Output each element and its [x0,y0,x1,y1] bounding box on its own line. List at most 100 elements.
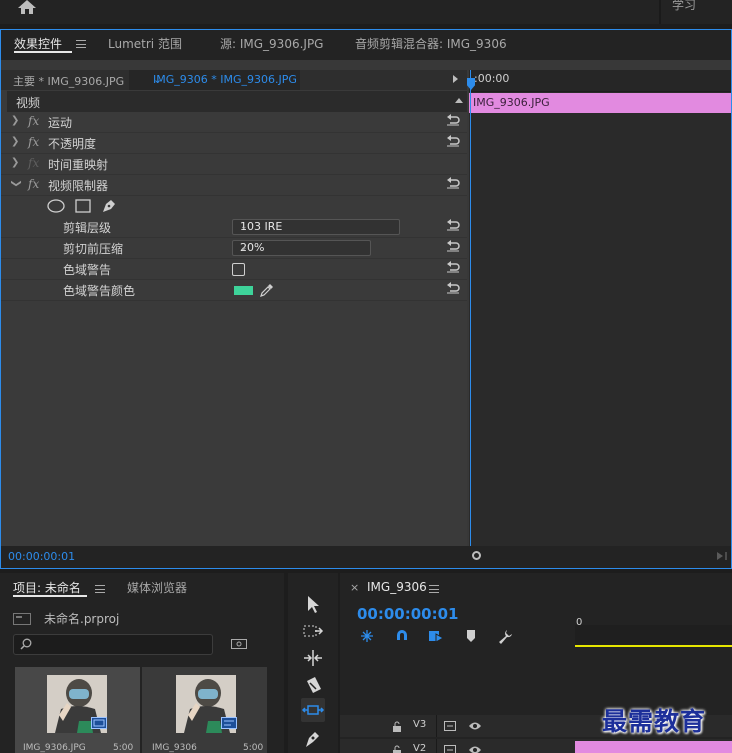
reset-icon[interactable] [446,114,460,126]
search-input[interactable] [36,636,206,652]
pen-mask-icon[interactable] [101,198,117,214]
chevron-down-icon[interactable]: ❯ [11,179,22,187]
tab-lumetri-scopes[interactable]: Lumetri 范围 [108,35,182,52]
fx-badge[interactable]: fx [28,177,39,191]
item-name: IMG_9306 [152,743,197,753]
panel-menu-icon[interactable] [76,40,86,48]
active-tab-underline [13,595,87,597]
play-icon[interactable] [453,75,458,83]
compression-dropdown[interactable]: 20% ⌄ [232,240,371,256]
top-bar: 学习 [0,0,732,24]
search-field[interactable] [13,634,213,655]
active-tab-underline [14,51,72,53]
tab-media-browser[interactable]: 媒体浏览器 [127,579,187,596]
project-file-icon [13,613,31,625]
nest-toggle-icon[interactable] [359,628,375,644]
workspace-divider [659,0,661,24]
watermark-text: 最需教育 [602,707,707,736]
time-ruler[interactable]: :00:00 [469,70,731,92]
timeline-ruler[interactable]: 0 [575,617,732,647]
project-panel: 项目: 未命名 媒体浏览器 未命名.prproj IMG_9306.JPG 5:… [0,573,284,753]
effect-timeline[interactable]: :00:00 IMG_9306.JPG [467,70,731,546]
reset-icon[interactable] [446,219,460,231]
tab-effect-controls[interactable]: 效果控件 [14,35,62,52]
slip-tool-icon[interactable] [301,698,325,722]
snap-magnet-icon[interactable] [394,628,410,644]
find-bin-icon[interactable] [231,637,247,649]
pen-tool-icon[interactable] [301,726,325,750]
rectangle-mask-icon[interactable] [75,199,91,213]
sequence-timecode[interactable]: 00:00:00:01 [357,605,459,623]
close-icon[interactable]: × [350,581,359,594]
track-v2[interactable]: V2 [340,739,732,753]
effect-name: 视频限制器 [48,179,109,193]
playhead-line[interactable] [470,70,471,546]
project-item-thumbnail[interactable]: IMG_9306.JPG 5:00 [15,667,140,753]
chevron-right-icon[interactable]: ❯ [11,115,19,126]
effect-row-opacity[interactable]: ❯ fx 不透明度 [1,133,467,154]
item-name: IMG_9306.JPG [23,743,86,753]
collapse-up-icon[interactable] [455,98,463,103]
tab-source[interactable]: 源: IMG_9306.JPG [220,35,323,52]
effect-controls-footer: 00:00:00:01 [1,546,731,568]
clip-level-dropdown[interactable]: 103 IRE ⌄ [232,219,400,235]
eye-icon[interactable] [468,721,482,731]
panel-menu-icon[interactable] [95,585,105,593]
add-marker-icon[interactable] [465,629,477,643]
panel-menu-icon[interactable] [429,585,439,593]
ripple-edit-tool-icon[interactable] [301,646,325,670]
reset-icon[interactable] [446,282,460,294]
project-file-name: 未命名.prproj [44,612,120,626]
fx-badge[interactable]: fx [28,114,39,128]
reset-icon[interactable] [446,240,460,252]
reset-icon[interactable] [446,135,460,147]
gamut-warning-checkbox[interactable] [232,263,245,276]
razor-tool-icon[interactable] [301,673,325,697]
workspace-learn[interactable]: 学习 [672,0,696,13]
toggle-sync-icon[interactable] [444,721,456,731]
current-timecode[interactable]: 00:00:00:01 [8,550,75,563]
fx-badge[interactable]: fx [28,135,39,149]
lock-icon[interactable] [392,721,402,733]
mask-tools-row [1,196,467,217]
wrench-icon[interactable] [497,628,513,644]
chevron-down-icon: ⌄ [240,222,248,232]
home-icon[interactable] [18,0,36,14]
timeline-scrollbar[interactable] [469,546,731,568]
item-duration: 5:00 [113,743,134,753]
playback-only-icon[interactable] [715,551,729,561]
effect-row-video-limiter[interactable]: ❯ fx 视频限制器 [1,175,467,196]
scroll-handle[interactable] [472,551,481,560]
eyedropper-icon[interactable] [260,283,274,297]
chevron-right-icon[interactable]: ❯ [11,136,19,147]
lock-icon[interactable] [392,745,402,753]
project-item-thumbnail[interactable]: IMG_9306 5:00 [142,667,267,753]
tab-sequence[interactable]: IMG_9306 [367,580,427,594]
tab-project[interactable]: 项目: 未命名 [13,579,81,596]
video-section-header[interactable]: 视频 [7,91,467,112]
track-select-tool-icon[interactable] [301,619,325,643]
timeline-clip[interactable] [575,741,732,753]
effect-row-motion[interactable]: ❯ fx 运动 [1,112,467,133]
search-icon [20,638,32,650]
video-section-label: 视频 [16,96,41,110]
ellipse-mask-icon[interactable] [47,199,65,213]
color-swatch[interactable] [234,286,253,295]
chevron-right-icon[interactable]: ❯ [11,157,19,168]
track-divider [436,715,437,737]
reset-icon[interactable] [446,261,460,273]
master-clip-label[interactable]: 主要 * IMG_9306.JPG [13,73,124,89]
tab-audio-clip-mixer[interactable]: 音频剪辑混合器: IMG_9306 [355,35,507,52]
clip-selector[interactable]: ⌄ IMG_9306 * IMG_9306.JPG [129,70,300,90]
linked-selection-icon[interactable] [428,628,444,644]
clip-selector-label: IMG_9306 * IMG_9306.JPG [153,73,297,86]
effect-row-time-remap[interactable]: ❯ fx 时间重映射 [1,154,467,175]
param-row-clip-compression: 剪切前压缩 20% ⌄ [1,238,467,259]
param-row-gamut-warning: 色域警告 [1,259,467,280]
clip-bar[interactable]: IMG_9306.JPG [469,93,731,113]
toggle-sync-icon[interactable] [444,745,456,753]
selection-tool-icon[interactable] [301,592,325,616]
reset-icon[interactable] [446,177,460,189]
param-row-clip-level: 剪辑层级 103 IRE ⌄ [1,217,467,238]
eye-icon[interactable] [468,745,482,753]
